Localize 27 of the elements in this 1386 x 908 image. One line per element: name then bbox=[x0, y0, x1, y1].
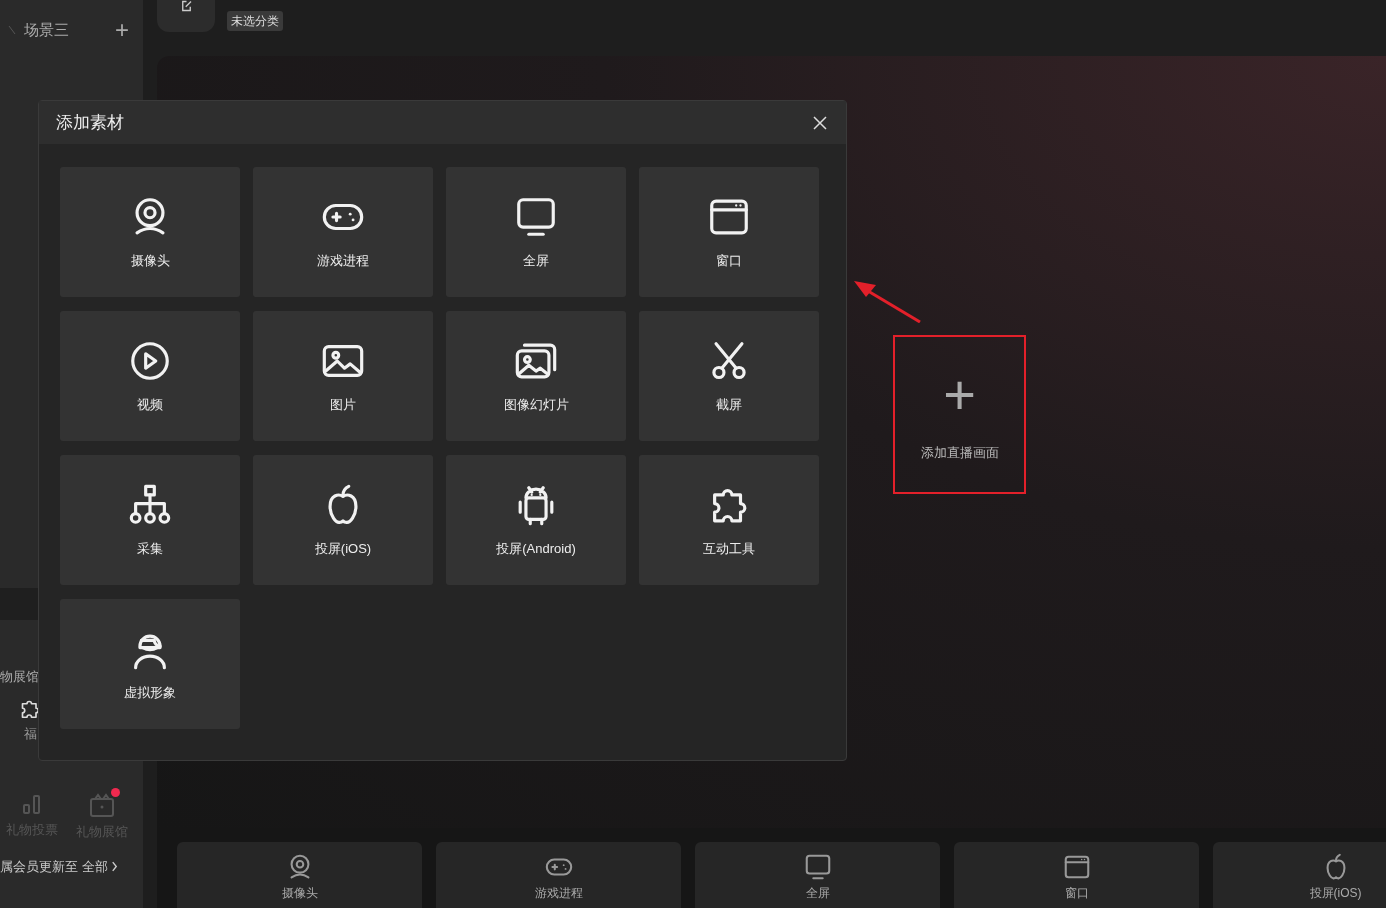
source-button[interactable]: 全屏 bbox=[695, 842, 940, 908]
scene-name[interactable]: 场景三 bbox=[24, 18, 69, 42]
source-tile[interactable]: 图片 bbox=[253, 311, 433, 441]
source-tile[interactable]: 投屏(Android) bbox=[446, 455, 626, 585]
tool-label[interactable]: 福 bbox=[23, 724, 37, 744]
source-tile[interactable]: 摄像头 bbox=[60, 167, 240, 297]
source-tile[interactable]: 视频 bbox=[60, 311, 240, 441]
source-button[interactable]: 摄像头 bbox=[177, 842, 422, 908]
source-button[interactable]: 游戏进程 bbox=[436, 842, 681, 908]
source-tile[interactable]: 窗口 bbox=[639, 167, 819, 297]
source-tile[interactable]: 投屏(iOS) bbox=[253, 455, 433, 585]
source-tile[interactable]: 截屏 bbox=[639, 311, 819, 441]
source-tile[interactable]: 图像幻灯片 bbox=[446, 311, 626, 441]
source-tile[interactable]: 采集 bbox=[60, 455, 240, 585]
view-all-link[interactable]: 全部 bbox=[82, 857, 118, 877]
source-tile[interactable]: 互动工具 bbox=[639, 455, 819, 585]
dialog-title: 添加素材 bbox=[56, 111, 124, 134]
footer-text: 属会员更新至 bbox=[0, 858, 78, 876]
add-scene-source-button[interactable]: + 添加直播画面 bbox=[920, 367, 999, 463]
source-tile[interactable]: 游戏进程 bbox=[253, 167, 433, 297]
add-scene-button[interactable]: + bbox=[115, 18, 129, 42]
source-tile[interactable]: 全屏 bbox=[446, 167, 626, 297]
source-tile[interactable]: 虚拟形象 bbox=[60, 599, 240, 729]
source-button[interactable]: 投屏(iOS) bbox=[1213, 842, 1386, 908]
section-title: 物展馆 bbox=[0, 668, 39, 687]
source-button[interactable]: 窗口 bbox=[954, 842, 1199, 908]
category-tag[interactable]: 未选分类 bbox=[227, 11, 283, 31]
